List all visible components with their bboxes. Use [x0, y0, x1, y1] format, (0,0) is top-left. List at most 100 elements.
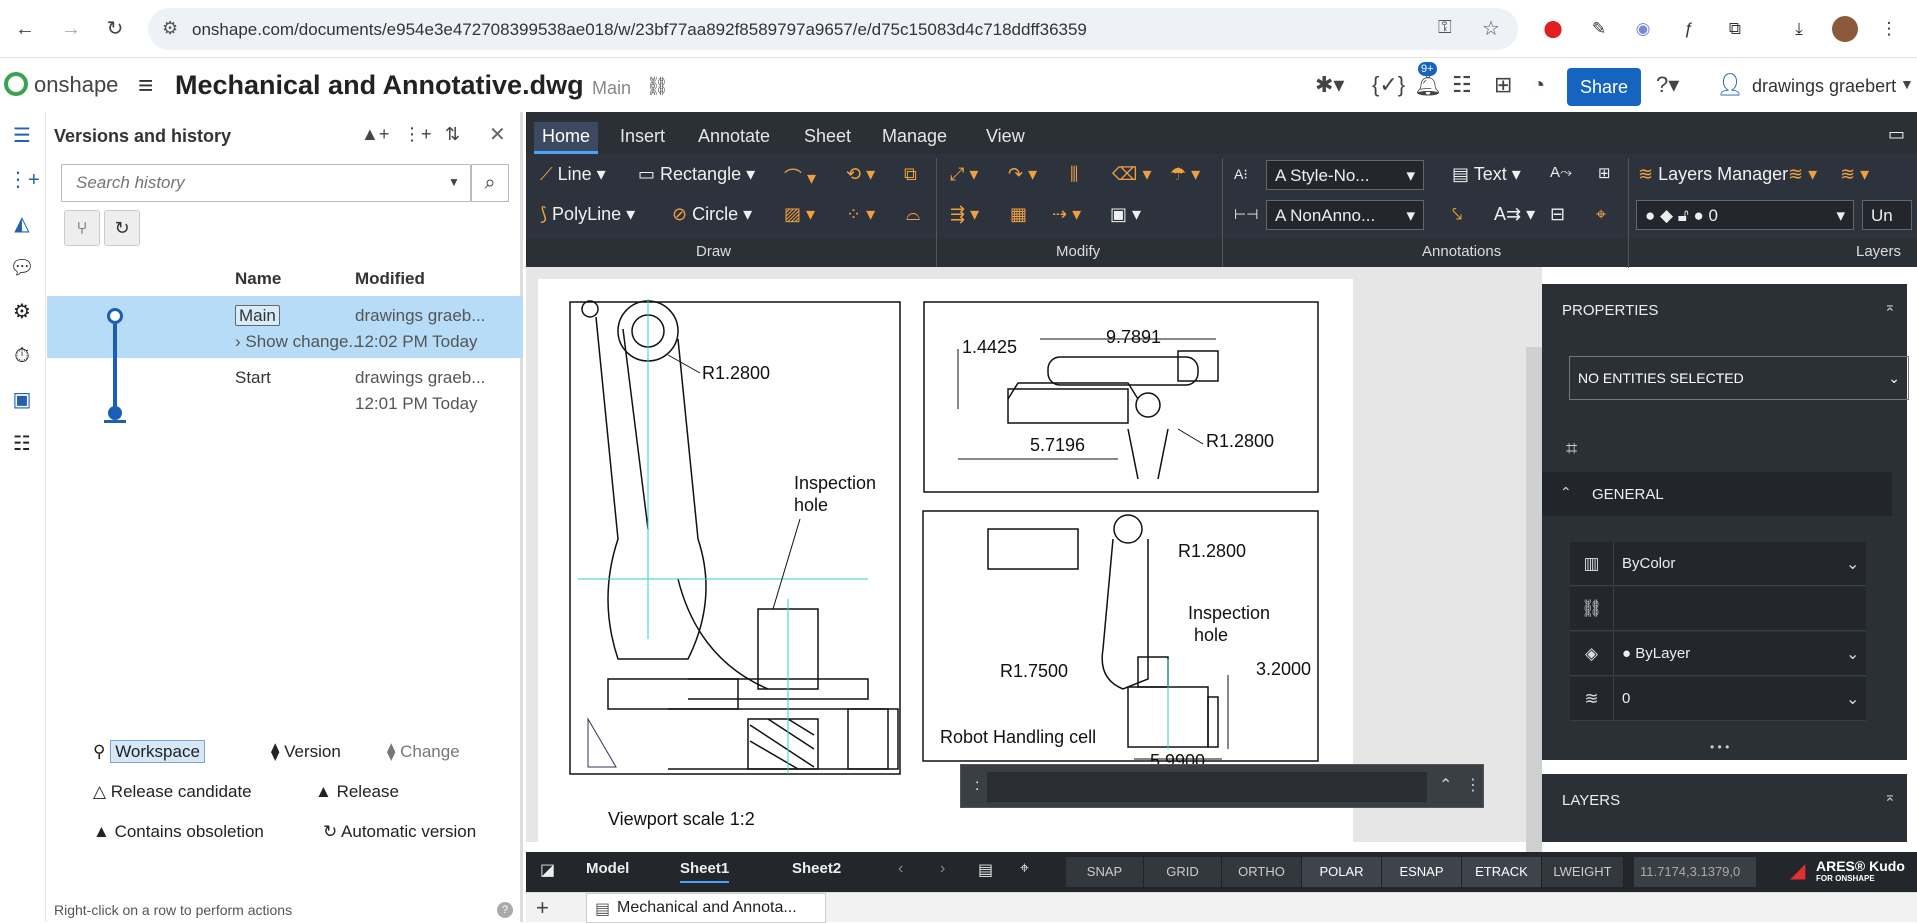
rotate-icon[interactable]: ↷ ▾	[1008, 164, 1037, 185]
add-tab-icon[interactable]: +	[536, 895, 549, 921]
tab-model[interactable]: Model	[586, 860, 629, 877]
spline-icon[interactable]: ⟲ ▾	[846, 164, 875, 185]
general-section-header[interactable]: ⌃ GENERAL	[1542, 472, 1892, 516]
layers-manager-button[interactable]: ≋ Layers Manager	[1638, 164, 1788, 185]
reload-icon[interactable]: ↻	[100, 14, 130, 44]
parts-icon[interactable]: ⚙	[8, 298, 36, 326]
tab-manage[interactable]: Manage	[874, 122, 955, 151]
vertical-scrollbar[interactable]	[1526, 347, 1542, 867]
leader-icon[interactable]: ⤥	[1452, 204, 1462, 225]
text-button[interactable]: ▤ Text ▾	[1452, 164, 1521, 185]
comments-icon[interactable]: 💬︎	[8, 254, 36, 282]
user-name[interactable]: drawings graebert	[1752, 76, 1896, 97]
formula-icon[interactable]: ƒ	[1676, 16, 1702, 42]
more-icon[interactable]: ⋮	[1465, 775, 1481, 795]
dim-style-dropdown[interactable]: A NonAnno... ▾	[1266, 200, 1424, 230]
row-name[interactable]: Start	[235, 368, 271, 388]
variables-icon[interactable]: {✓}	[1372, 72, 1405, 98]
chevron-down-icon[interactable]: ▼	[1900, 76, 1914, 92]
stretch-icon[interactable]: ⇶ ▾	[950, 204, 979, 225]
appearance-icon[interactable]: ◭	[8, 210, 36, 238]
collapse-icon[interactable]: ⌅	[1884, 298, 1896, 315]
document-title[interactable]: Mechanical and Annotative.dwg	[175, 70, 584, 101]
move-icon[interactable]: ⤢ ▾	[950, 164, 978, 185]
block-icon[interactable]: ▣ ▾	[1110, 204, 1141, 225]
lweight-toggle[interactable]: LWEIGHT	[1542, 857, 1624, 887]
dimension-icon[interactable]: A⇉ ▾	[1494, 204, 1535, 225]
tab-sheet[interactable]: Sheet	[796, 122, 859, 151]
share-button[interactable]: Share	[1567, 68, 1641, 106]
chevron-down-icon[interactable]: ▼	[448, 175, 460, 189]
layout-icon[interactable]: ◪	[540, 860, 555, 880]
linetype-row[interactable]: ⛓	[1570, 587, 1866, 631]
polar-toggle[interactable]: POLAR	[1302, 857, 1382, 887]
auto-version-filter-icon[interactable]: ↻	[104, 210, 140, 246]
layer-tools-icon[interactable]: ≋ ▾	[1840, 164, 1869, 185]
help-icon[interactable]: ?	[497, 902, 513, 918]
create-version-icon[interactable]: ▲+	[361, 124, 389, 145]
line-button[interactable]: ⟋ Line ▾	[540, 164, 606, 185]
profile-avatar[interactable]	[1832, 16, 1858, 42]
layer-row[interactable]: ≋ 0 ⌄	[1570, 677, 1866, 721]
address-bar[interactable]: ⚙ onshape.com/documents/e954e3e472708399…	[148, 8, 1518, 50]
download-icon[interactable]: ⤓	[1786, 16, 1812, 42]
feature-list-icon[interactable]: ☰	[8, 122, 36, 150]
unsaved-dropdown[interactable]: Un	[1862, 200, 1912, 230]
collapse-icon[interactable]: ⌅	[1884, 788, 1896, 805]
back-icon[interactable]: ←	[10, 14, 40, 44]
tab-annotate[interactable]: Annotate	[690, 122, 778, 151]
text-edit-icon[interactable]: A⤳	[1550, 164, 1572, 181]
hamburger-menu-icon[interactable]: ≡	[138, 70, 153, 101]
extension-icon-ws[interactable]: ◉	[1630, 16, 1656, 42]
ortho-toggle[interactable]: ORTHO	[1222, 857, 1302, 887]
maximize-icon[interactable]: ▭	[1888, 124, 1905, 145]
polyline-button[interactable]: ⟆ PolyLine ▾	[540, 204, 635, 225]
offset-icon[interactable]: ⧉	[904, 164, 917, 185]
learning-center-icon[interactable]: ◔	[1532, 72, 1545, 98]
prev-icon[interactable]: ‹	[898, 860, 903, 878]
viewports-icon[interactable]: ▤	[978, 860, 993, 880]
star-icon[interactable]: ☆	[1482, 16, 1500, 41]
command-input[interactable]	[987, 772, 1427, 802]
hatch-icon[interactable]: ▨ ▾	[784, 204, 815, 225]
image-icon[interactable]: ▣	[8, 386, 36, 414]
bom-icon[interactable]: ☷	[8, 430, 36, 458]
app-store-icon[interactable]: ⊞	[1494, 72, 1512, 98]
snap-toggle[interactable]: SNAP	[1066, 857, 1144, 887]
site-info-icon[interactable]: ⚙	[162, 18, 178, 39]
fillet-icon[interactable]: ☂ ▾	[1170, 164, 1200, 185]
help-icon[interactable]: ?▾	[1656, 72, 1679, 98]
extension-icon-red[interactable]: ⬤	[1540, 16, 1566, 42]
next-icon[interactable]: ›	[940, 860, 945, 878]
browser-menu-icon[interactable]: ⋮	[1876, 16, 1902, 42]
trim-icon[interactable]: ⇢ ▾	[1052, 204, 1081, 225]
key-icon[interactable]: ⚿	[1438, 17, 1452, 38]
wipeout-icon[interactable]: ⌓	[906, 204, 920, 225]
user-icon[interactable]: 👤︎	[1716, 72, 1744, 98]
color-row[interactable]: ▥ ByColor ⌄	[1570, 542, 1866, 586]
text-style-icon[interactable]: A⁝	[1234, 166, 1248, 183]
rectangle-button[interactable]: ▭ Rectangle ▾	[638, 164, 755, 185]
markup-icon[interactable]: ⌖	[1596, 204, 1606, 225]
tab-view[interactable]: View	[978, 122, 1033, 151]
link-icon[interactable]: ⛓	[646, 76, 669, 97]
forward-icon[interactable]: →	[56, 14, 86, 44]
resize-grip[interactable]: • • •	[1710, 740, 1729, 754]
branch-icon[interactable]: ⋮+	[403, 124, 432, 145]
table-icon[interactable]: ⊞	[1598, 164, 1611, 182]
array-icon[interactable]: ▦	[1010, 204, 1027, 225]
insert-icon[interactable]: ⋮+	[8, 166, 40, 194]
search-icon[interactable]: ⌕	[471, 164, 509, 202]
compare-icon[interactable]: ⇅	[445, 124, 460, 145]
esnap-toggle[interactable]: ESNAP	[1382, 857, 1462, 887]
text-style-dropdown[interactable]: A Style-No... ▾	[1266, 160, 1424, 190]
expand-up-icon[interactable]: ⌃	[1439, 775, 1452, 795]
field-icon[interactable]: ⊟	[1550, 204, 1565, 225]
layer-state-icon[interactable]: ≋ ▾	[1788, 164, 1817, 185]
transparency-row[interactable]: ◈ ● ByLayer ⌄	[1570, 632, 1866, 676]
etrack-toggle[interactable]: ETRACK	[1462, 857, 1542, 887]
row-name[interactable]: Main	[235, 305, 280, 326]
snap-settings-icon[interactable]: ⌖	[1020, 860, 1029, 878]
grid-toggle[interactable]: GRID	[1144, 857, 1222, 887]
selection-dropdown[interactable]: NO ENTITIES SELECTED ⌄	[1569, 356, 1909, 400]
